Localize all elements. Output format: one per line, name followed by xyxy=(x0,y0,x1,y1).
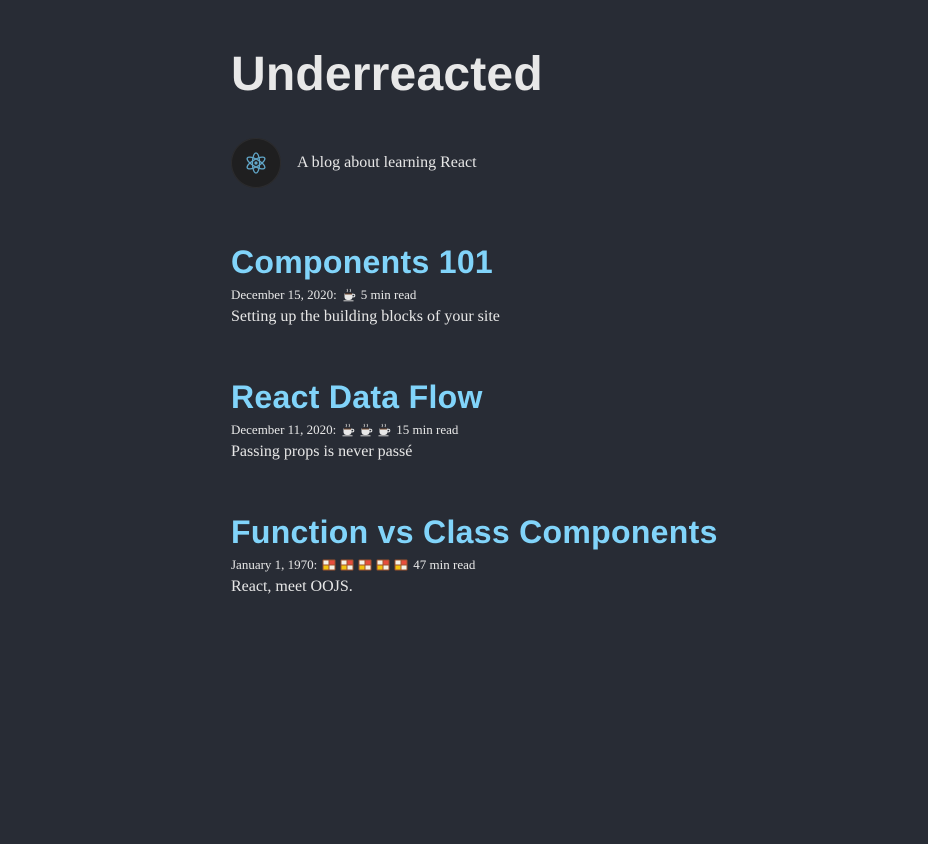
post-description: Setting up the building blocks of your s… xyxy=(231,308,500,325)
bento-box-icon xyxy=(340,559,354,571)
post-read-time: 15 min read xyxy=(396,422,459,437)
bento-box-icon xyxy=(358,559,372,571)
post-read-time: 5 min read xyxy=(360,287,417,302)
coffee-cup-icon xyxy=(378,423,391,437)
coffee-cup-icon xyxy=(342,423,355,437)
react-atom-icon xyxy=(246,152,266,174)
post-title-link[interactable]: Components 101 xyxy=(231,243,500,281)
post-meta: December 15, 2020: 5 min read xyxy=(231,287,500,303)
post-description: React, meet OOJS. xyxy=(231,578,353,595)
post-title-link[interactable]: React Data Flow xyxy=(231,378,483,416)
blog-page: Underreacted A blog about learning React… xyxy=(0,0,928,844)
bio-text: A blog about learning React xyxy=(297,154,477,171)
coffee-cup-icon xyxy=(343,288,356,302)
bento-box-icon xyxy=(376,559,390,571)
post-item: Function vs Class Components January 1, … xyxy=(231,513,718,597)
coffee-cup-icon xyxy=(360,423,373,437)
post-date: December 15, 2020: xyxy=(231,287,337,302)
post-date: January 1, 1970: xyxy=(231,557,318,572)
post-description: Passing props is never passé xyxy=(231,443,413,460)
read-time-icons xyxy=(342,288,360,302)
post-title-link[interactable]: Function vs Class Components xyxy=(231,513,718,551)
bio: A blog about learning React xyxy=(231,138,477,188)
read-time-icons xyxy=(322,558,412,572)
post-meta: January 1, 1970: 47 min read xyxy=(231,557,718,573)
post-date: December 11, 2020: xyxy=(231,422,337,437)
post-item: Components 101 December 15, 2020: 5 min … xyxy=(231,243,500,327)
avatar xyxy=(231,138,281,188)
post-meta: December 11, 2020: 15 min read xyxy=(231,422,483,438)
post-item: React Data Flow December 11, 2020: 15 mi… xyxy=(231,378,483,462)
bento-box-icon xyxy=(394,559,408,571)
bento-box-icon xyxy=(322,559,336,571)
site-title-link[interactable]: Underreacted xyxy=(231,46,543,104)
read-time-icons xyxy=(341,423,395,437)
post-read-time: 47 min read xyxy=(413,557,476,572)
